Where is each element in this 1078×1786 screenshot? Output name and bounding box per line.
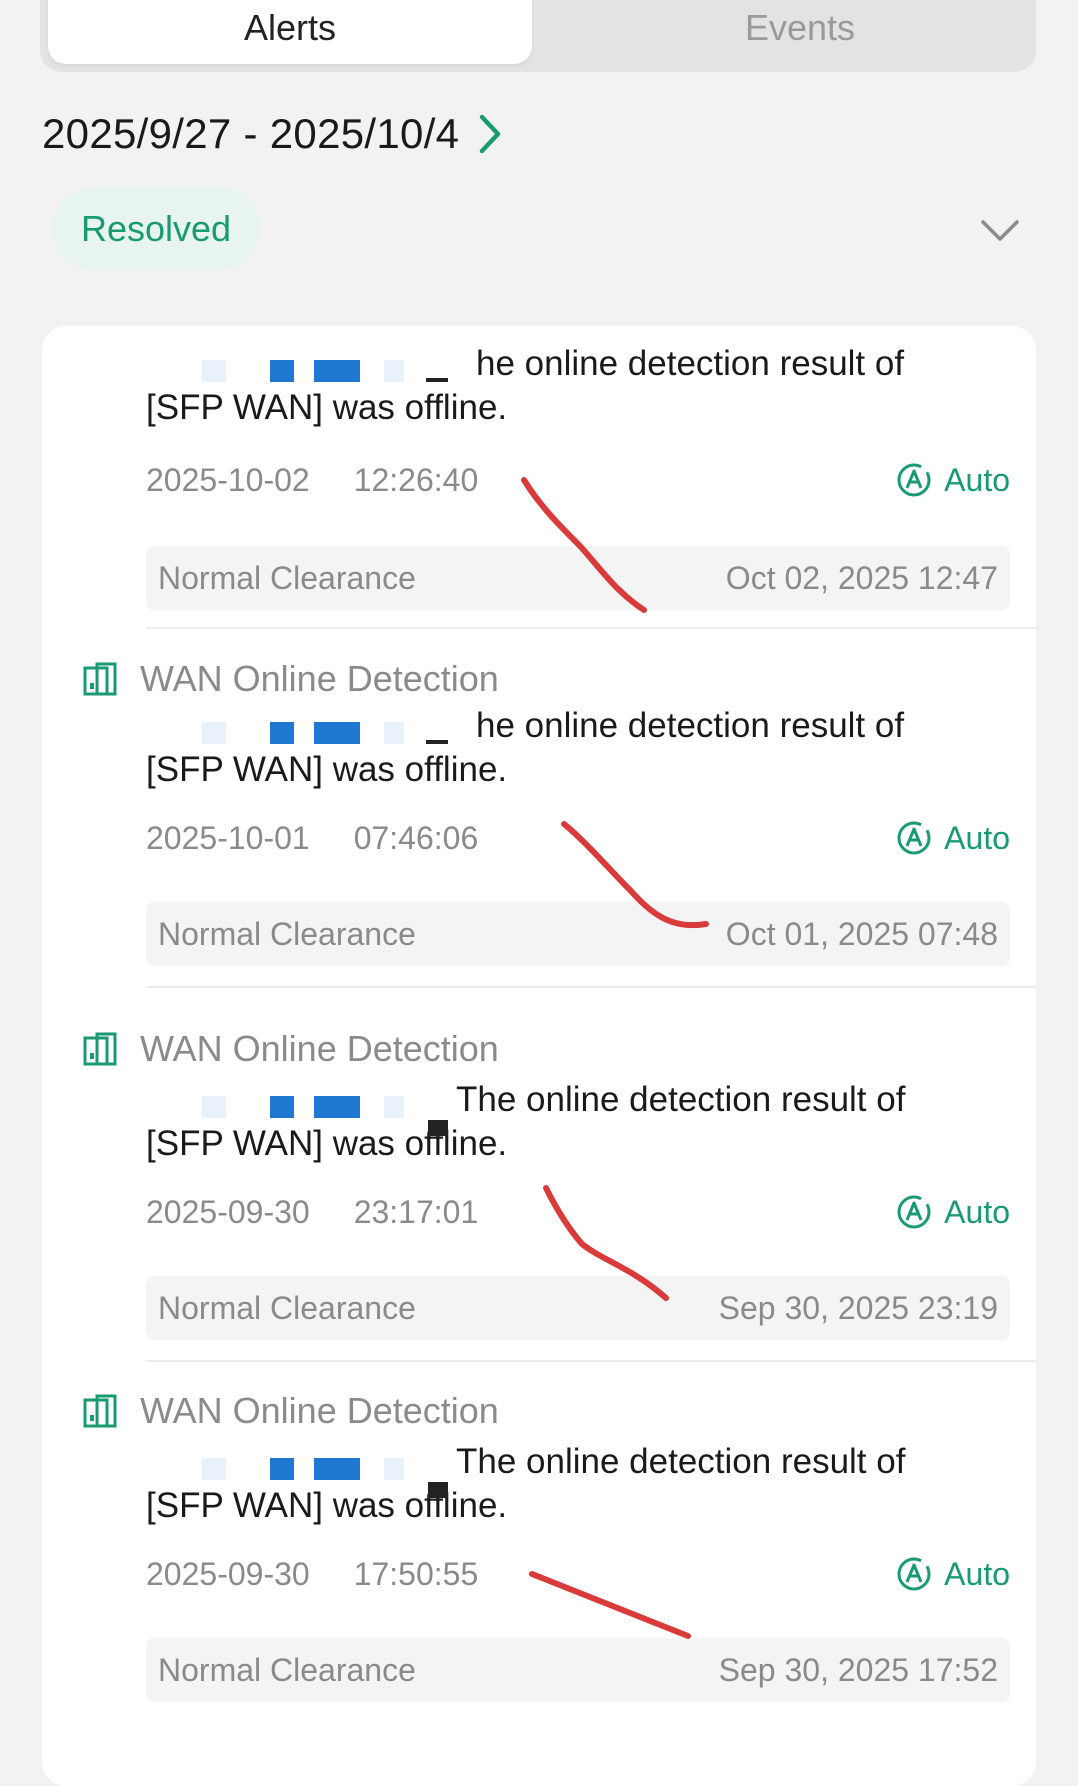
cleared-at: Sep 30, 2025 23:19 — [718, 1289, 998, 1326]
alert-date: 2025-09-30 — [146, 1555, 310, 1592]
alert-date: 2025-10-01 — [146, 819, 310, 856]
clearance-status: Normal Clearance — [158, 1651, 416, 1688]
redaction-block — [426, 740, 448, 744]
alert-meta: 2025-10-01 07:46:06 Auto — [146, 818, 1010, 858]
clearance-status: Normal Clearance — [158, 1289, 416, 1326]
device-icon — [83, 1032, 117, 1066]
alert-date: 2025-10-02 — [146, 461, 310, 498]
alert-time: 12:26:40 — [353, 461, 479, 498]
alert-meta: 2025-09-30 17:50:55 Auto — [146, 1554, 1010, 1594]
redaction-block — [384, 722, 404, 744]
date-range-selector[interactable]: 2025/9/27 - 2025/10/4 — [42, 104, 503, 164]
clearance-status: Normal Clearance — [158, 559, 416, 596]
divider — [146, 627, 1036, 629]
redaction-block — [314, 1096, 360, 1118]
alert-meta: 2025-09-30 23:17:01 Auto — [146, 1192, 1010, 1232]
redaction-block — [384, 1458, 404, 1480]
chevron-down-icon[interactable] — [980, 218, 1020, 249]
alert-message: he online detection result of [SFP WAN] … — [146, 344, 905, 427]
clearance-bar: Normal Clearance Oct 02, 2025 12:47 — [146, 546, 1010, 610]
tab-bar: Alerts Events — [40, 0, 1036, 72]
divider — [146, 1360, 1036, 1362]
tab-alerts[interactable]: Alerts — [48, 0, 532, 64]
alert-time: 17:50:55 — [353, 1555, 479, 1592]
alert-title: WAN Online Detection — [140, 1028, 499, 1069]
alert-header: WAN Online Detection — [82, 1024, 499, 1074]
redaction-block — [202, 1458, 226, 1480]
device-icon — [83, 1394, 117, 1428]
alert-header: WAN Online Detection — [82, 654, 499, 704]
redaction-block — [202, 360, 226, 382]
auto-icon — [897, 463, 931, 497]
cleared-at: Oct 01, 2025 07:48 — [725, 915, 998, 952]
redaction-block — [270, 1096, 294, 1118]
redaction-block — [428, 1120, 448, 1136]
alert-title: WAN Online Detection — [140, 658, 499, 699]
auto-badge: Auto — [896, 1556, 1010, 1593]
redaction-block — [314, 1458, 360, 1480]
redaction-block — [270, 722, 294, 744]
auto-icon — [897, 1557, 931, 1591]
divider — [146, 986, 1036, 988]
alert-header: WAN Online Detection — [82, 1386, 499, 1436]
alert-message: The online detection result of [SFP WAN]… — [146, 1080, 906, 1163]
clearance-bar: Normal Clearance Oct 01, 2025 07:48 — [146, 902, 1010, 966]
clearance-status: Normal Clearance — [158, 915, 416, 952]
redaction-block — [384, 360, 404, 382]
chevron-right-icon — [477, 114, 503, 154]
redaction-block — [426, 378, 448, 382]
device-icon — [83, 662, 117, 696]
auto-icon — [897, 821, 931, 855]
clearance-bar: Normal Clearance Sep 30, 2025 23:19 — [146, 1276, 1010, 1340]
auto-badge: Auto — [896, 1194, 1010, 1231]
redaction-block — [202, 722, 226, 744]
alert-meta: 2025-10-02 12:26:40 Auto — [146, 460, 1010, 500]
auto-icon — [897, 1195, 931, 1229]
redaction-block — [384, 1096, 404, 1118]
alerts-list: he online detection result of [SFP WAN] … — [42, 326, 1036, 1786]
alert-time: 23:17:01 — [353, 1193, 479, 1230]
cleared-at: Oct 02, 2025 12:47 — [725, 559, 998, 596]
alert-title: WAN Online Detection — [140, 1390, 499, 1431]
alert-time: 07:46:06 — [353, 819, 479, 856]
auto-badge: Auto — [896, 462, 1010, 499]
alert-message: he online detection result of [SFP WAN] … — [146, 706, 905, 789]
redaction-block — [428, 1482, 448, 1498]
resolved-filter-chip[interactable]: Resolved — [52, 188, 260, 270]
redaction-block — [314, 360, 360, 382]
redaction-block — [270, 360, 294, 382]
redaction-block — [202, 1096, 226, 1118]
alert-message: The online detection result of [SFP WAN]… — [146, 1442, 906, 1525]
auto-badge: Auto — [896, 820, 1010, 857]
date-range-label: 2025/9/27 - 2025/10/4 — [42, 110, 460, 157]
clearance-bar: Normal Clearance Sep 30, 2025 17:52 — [146, 1638, 1010, 1702]
alert-date: 2025-09-30 — [146, 1193, 310, 1230]
redaction-block — [314, 722, 360, 744]
cleared-at: Sep 30, 2025 17:52 — [718, 1651, 998, 1688]
redaction-block — [270, 1458, 294, 1480]
tab-events[interactable]: Events — [580, 0, 1020, 64]
